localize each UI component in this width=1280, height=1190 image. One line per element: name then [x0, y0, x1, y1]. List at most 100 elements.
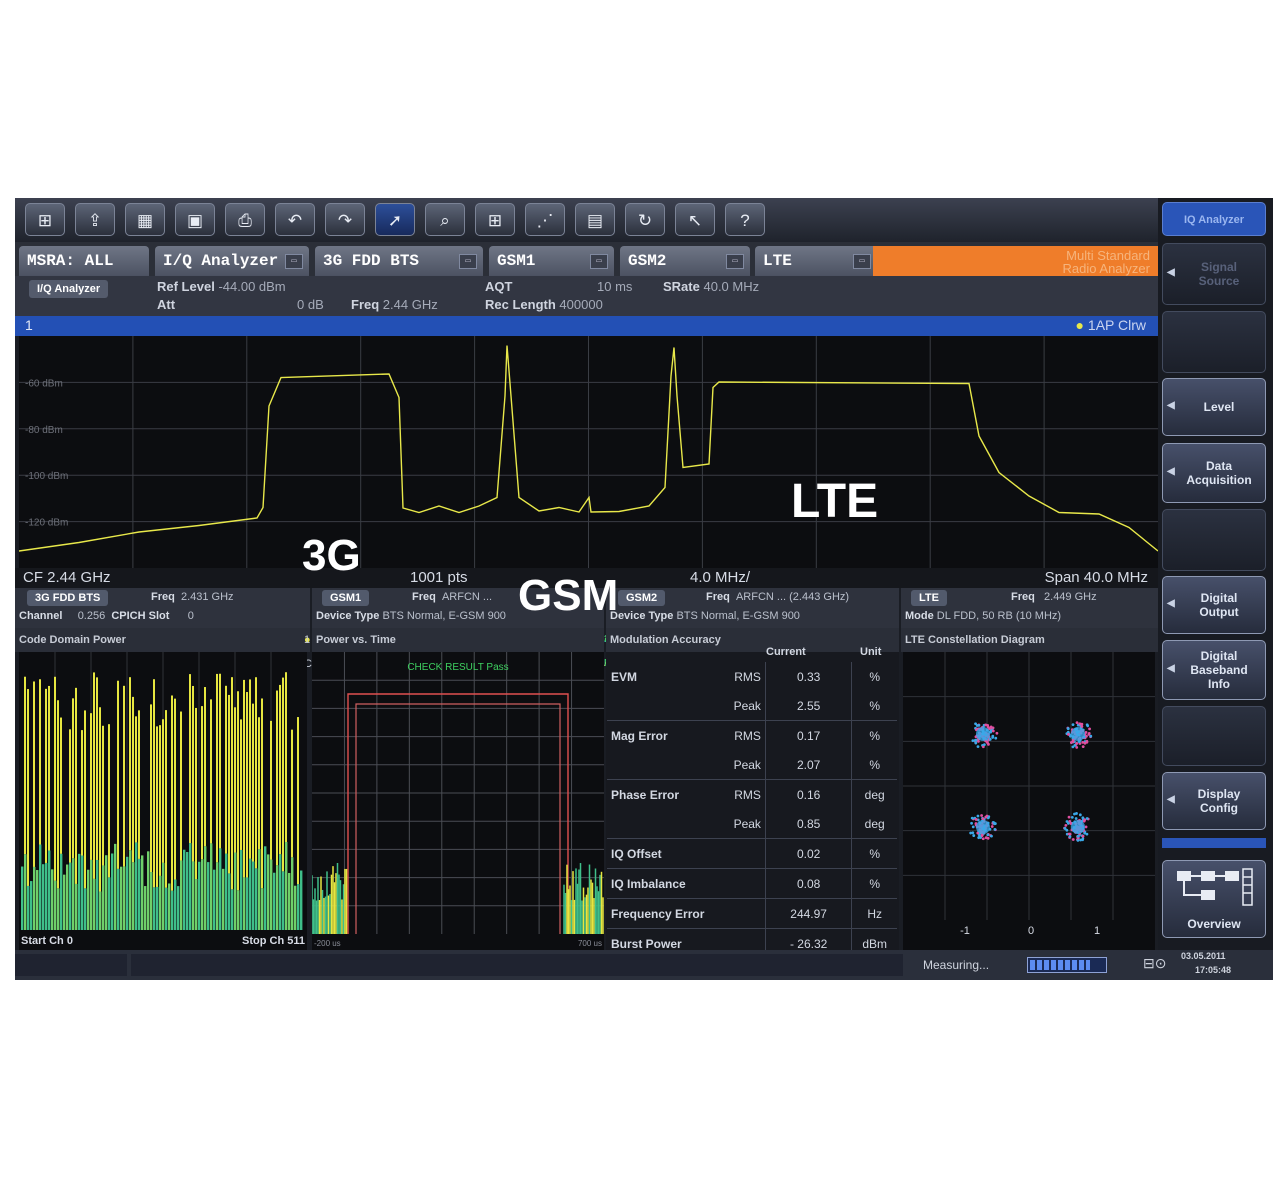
cdp-bar: [219, 848, 222, 930]
softkey-digital-baseband-info[interactable]: ◀ Digital Baseband Info: [1162, 640, 1266, 700]
constellation-point: [993, 827, 997, 831]
tab-close-icon[interactable]: ▭: [853, 254, 871, 269]
constellation-point: [995, 731, 999, 735]
tab-close-icon[interactable]: ▭: [459, 254, 477, 269]
cdp-bar: [174, 879, 177, 930]
modulation-row: Phase Error RMS 0.16 deg: [607, 779, 897, 809]
zoom-button[interactable]: ⌕: [425, 203, 465, 236]
cdp-bar: [138, 710, 140, 859]
softkey-data-acquisition[interactable]: ◀ Data Acquisition: [1162, 443, 1266, 503]
tab-3g-fdd-bts[interactable]: 3G FDD BTS ▭: [315, 246, 483, 276]
channel-name-badge[interactable]: I/Q Analyzer: [29, 280, 109, 298]
softkey-signal-source[interactable]: ◀ Signal Source: [1162, 243, 1266, 305]
code-domain-power-svg: Start Ch 0 Stop Ch 511: [21, 652, 305, 947]
constellation-point: [1073, 743, 1077, 747]
panel-gsm1-tab[interactable]: GSM1: [322, 590, 370, 606]
redo-button[interactable]: ↷: [325, 203, 365, 236]
undo-button[interactable]: ↶: [275, 203, 315, 236]
overview-button[interactable]: Overview: [1162, 860, 1266, 938]
cdp-bar: [60, 717, 62, 854]
tab-msra-all[interactable]: MSRA: ALL: [19, 246, 149, 276]
cdp-bar: [285, 842, 288, 930]
tab-lte[interactable]: LTE ▭: [755, 246, 877, 276]
constellation-point: [1078, 722, 1082, 726]
softkey-display-config[interactable]: ◀ Display Config: [1162, 772, 1266, 830]
windows-logo-button[interactable]: ⊞: [25, 203, 65, 236]
constellation-point: [984, 815, 988, 819]
overlay-label-gsm: GSM: [518, 571, 619, 620]
screenshot-button[interactable]: ▣: [175, 203, 215, 236]
cdp-bar: [192, 861, 195, 930]
cdp-bar: [270, 859, 273, 930]
constellation-point: [1071, 723, 1075, 727]
softkey-blank-2[interactable]: [1162, 509, 1266, 571]
cdp-bar: [90, 859, 93, 930]
tab-close-icon[interactable]: ▭: [285, 254, 303, 269]
constellation-point: [1071, 838, 1075, 841]
tab-label: MSRA: ALL: [27, 252, 114, 270]
cdp-bar: [168, 883, 171, 930]
panel-gsm1-freq-value: ARFCN ...: [441, 591, 493, 603]
panel-3g-tab[interactable]: 3G FDD BTS: [27, 590, 109, 606]
row-label: Mag Error: [611, 728, 668, 743]
constellation-point: [980, 814, 983, 817]
constellation-point: [969, 831, 973, 835]
help-pointer-icon: ↖: [687, 211, 703, 230]
constellation-cluster: [976, 727, 990, 741]
help-button[interactable]: ?: [725, 203, 765, 236]
cdp-bar: [39, 679, 41, 845]
softkey-blank-3[interactable]: [1162, 706, 1266, 766]
status-date: 03.05.2011: [1181, 951, 1226, 961]
srate-label: SRate: [663, 279, 700, 294]
open-folder-button[interactable]: ⇪: [75, 203, 115, 236]
row-value: 0.17: [764, 720, 852, 750]
spectrum-plot[interactable]: -60 dBm -80 dBm -100 dBm -120 dBm: [18, 336, 1159, 568]
tab-close-icon[interactable]: ▭: [590, 254, 608, 269]
cdp-bar: [243, 679, 245, 878]
row-value: 2.55: [764, 691, 852, 721]
constellation-point: [982, 743, 986, 747]
cdp-bar: [48, 850, 51, 930]
tab-i-q-analyzer[interactable]: I/Q Analyzer ▭: [155, 246, 309, 276]
cdp-bar: [231, 677, 233, 890]
cdp-bar: [96, 677, 98, 860]
tab-close-icon[interactable]: ▭: [726, 254, 744, 269]
cdp-bar: [108, 724, 110, 878]
row-sublabel: Peak: [721, 691, 766, 721]
cdp-bar: [297, 717, 299, 885]
pointer-button[interactable]: ➚: [375, 203, 415, 236]
cdp-bar: [84, 888, 87, 930]
print-button[interactable]: ⎙: [225, 203, 265, 236]
cdp-bar: [39, 844, 42, 930]
save-button[interactable]: ▦: [125, 203, 165, 236]
toolbar: ⊞ ⇪ ▦ ▣ ⎙ ↶ ↷ ➚ ⌕ ⊞ ⋰ ▤ ↻ ↖?: [15, 198, 1158, 242]
softkey-digital-output[interactable]: ◀ Digital Output: [1162, 576, 1266, 634]
lte-constellation-plot[interactable]: -1 0 1: [903, 652, 1155, 950]
softkey-arrow-icon: ◀: [1167, 663, 1175, 674]
softkey-level[interactable]: ◀ Level: [1162, 378, 1266, 436]
code-domain-power-plot[interactable]: Start Ch 0 Stop Ch 511: [19, 652, 307, 950]
cdp-bar: [249, 679, 251, 859]
panel-gsm2-tab[interactable]: GSM2: [618, 590, 666, 606]
cdp-bar: [132, 696, 134, 863]
table-zoom-button[interactable]: ⊞: [475, 203, 515, 236]
softkey-blank-1[interactable]: [1162, 311, 1266, 373]
help-pointer-button[interactable]: ↖: [675, 203, 715, 236]
multi-zoom-button[interactable]: ⋰: [525, 203, 565, 236]
spectrum-points: 1001 pts: [410, 569, 468, 586]
tab-gsm2[interactable]: GSM2 ▭: [620, 246, 750, 276]
power-vs-time-plot[interactable]: CHECK RESULT Pass -200 us 700 us: [311, 652, 604, 950]
cdp-bar: [51, 869, 54, 930]
row-label: [607, 809, 722, 839]
cdp-bar: [237, 691, 239, 891]
panel-lte-window-title: LTE Constellation Diagram: [901, 628, 1158, 652]
constellation-cluster: [1071, 727, 1085, 741]
refresh-button[interactable]: ↻: [625, 203, 665, 236]
cdp-bar: [159, 725, 161, 876]
panel-lte-tab[interactable]: LTE: [911, 590, 947, 606]
display-button[interactable]: ▤: [575, 203, 615, 236]
tab-gsm1[interactable]: GSM1 ▭: [489, 246, 614, 276]
cdp-bar: [81, 855, 84, 930]
cdp-bar: [120, 866, 123, 930]
row-label: [607, 691, 722, 721]
